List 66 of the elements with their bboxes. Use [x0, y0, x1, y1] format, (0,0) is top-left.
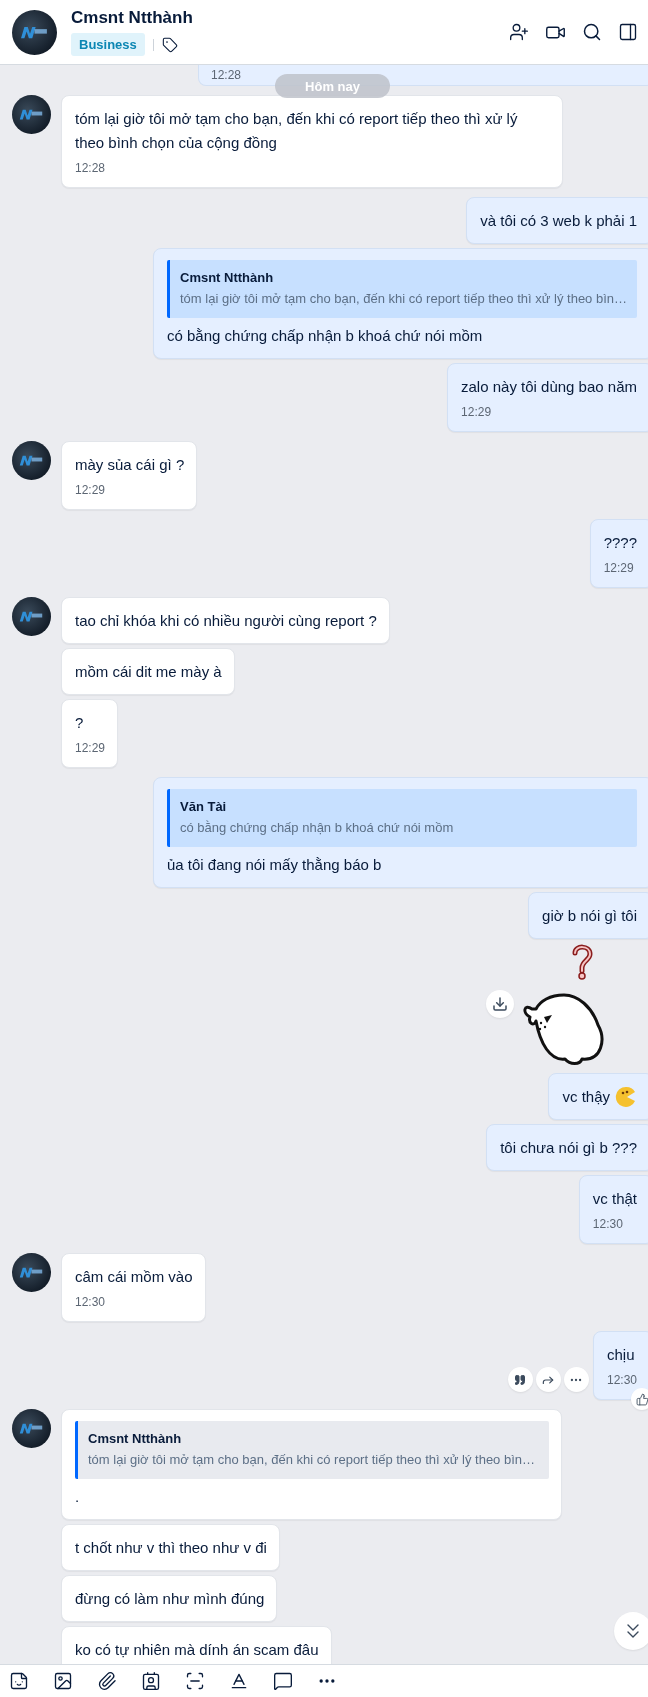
- message-time: 12:28: [211, 69, 242, 81]
- message-time: 12:30: [592, 1216, 624, 1233]
- message-text: giờ b nói gì tôi: [542, 906, 637, 926]
- message-text: zalo này tôi dùng bao năm: [461, 377, 637, 397]
- avatar[interactable]: [12, 9, 57, 55]
- search-icon[interactable]: [582, 22, 602, 42]
- message-text: ????: [603, 533, 637, 553]
- date-divider: Hôm nay: [275, 74, 390, 98]
- quoted-message[interactable]: Văn Tài có bằng chứng chấp nhận b khoá chứ nói mồm: [167, 789, 637, 847]
- message-text: đừng có làm như mình đúng: [75, 1589, 265, 1609]
- quote-text: có bằng chứng chấp nhận b khoá chứ nói mồm: [180, 819, 455, 837]
- message-time: 12:29: [75, 740, 106, 757]
- avatar: [12, 597, 51, 636]
- message-time: 12:29: [603, 560, 635, 577]
- quote-author: Văn Tài: [180, 798, 228, 816]
- quote-text: tóm lại giờ tôi mở tạm cho bạn, đến khi có report tiếp theo thì xử lý theo bìn…: [180, 290, 627, 308]
- quoted-message[interactable]: Cmsnt Ntthành tóm lại giờ tôi mở tạm cho bạn, đến khi có report tiếp theo thì xử lý theo bìn…: [75, 1421, 549, 1479]
- message-text: vc thậy: [562, 1087, 610, 1107]
- avatar: [12, 441, 51, 480]
- image-icon[interactable]: [53, 1671, 73, 1691]
- download-button[interactable]: [486, 990, 514, 1018]
- message-text: mồm cái dit me mày à: [75, 662, 222, 682]
- quick-message-icon[interactable]: [273, 1671, 293, 1691]
- screenshot-icon[interactable]: [185, 1671, 205, 1691]
- thumbs-up-icon: [635, 1392, 648, 1406]
- side-panel-icon[interactable]: [618, 22, 638, 42]
- quote-icon: [514, 1373, 527, 1386]
- tag-icon[interactable]: [161, 36, 178, 53]
- message-text: ủa tôi đang nói mấy thằng báo b: [167, 855, 383, 875]
- text-format-icon[interactable]: [229, 1671, 249, 1691]
- message-time: 12:30: [606, 1372, 637, 1389]
- message-text: vc thật: [592, 1189, 637, 1209]
- message-text: và tôi có 3 web k phải 1: [480, 211, 637, 231]
- add-member-icon[interactable]: [509, 22, 529, 42]
- quoted-message[interactable]: Cmsnt Ntthành tóm lại giờ tôi mở tạm cho bạn, đến khi có report tiếp theo thì xử lý theo bìn…: [167, 260, 637, 318]
- forward-button[interactable]: [535, 1367, 561, 1392]
- quote-author: Cmsnt Ntthành: [180, 269, 275, 287]
- message-text: tao chỉ khóa khi có nhiều người cùng report ?: [75, 611, 377, 631]
- avatar: [12, 1253, 51, 1292]
- message-time: 12:29: [461, 404, 493, 421]
- download-icon: [492, 996, 508, 1012]
- message-time: 12:29: [75, 482, 107, 499]
- message-time: 12:30: [75, 1294, 107, 1311]
- sticker-icon[interactable]: [9, 1671, 29, 1691]
- message-text: có bằng chứng chấp nhận b khoá chứ nói mồm: [167, 326, 484, 346]
- message-text: .: [75, 1487, 81, 1507]
- message-text: ?: [75, 713, 85, 733]
- message-text: mày sủa cái gì ?: [75, 455, 185, 475]
- contact-name: Cmsnt Ntthành: [71, 8, 194, 28]
- message-text: câm cái mồm vào: [75, 1267, 193, 1287]
- message-text: ko có tự nhiên mà dính án scam đâu: [75, 1640, 319, 1660]
- quote-button[interactable]: [507, 1367, 533, 1392]
- message-text: tóm lại giờ tôi mở tạm cho bạn, đến khi có report tiếp theo thì xử lý theo bình chọn của cộng đồng: [75, 109, 519, 153]
- message-text: t chốt như v thì theo như v đi: [75, 1538, 267, 1558]
- message-text: chịu: [606, 1345, 636, 1365]
- quote-text: tóm lại giờ tôi mở tạm cho bạn, đến khi có report tiếp theo thì xử lý theo bìn…: [88, 1451, 537, 1469]
- quote-author: Cmsnt Ntthành: [88, 1430, 183, 1448]
- avatar: [12, 95, 51, 134]
- business-tag: Business: [71, 33, 145, 56]
- message-time: 12:28: [75, 160, 107, 177]
- like-button[interactable]: [631, 1388, 648, 1410]
- message-text: tôi chưa nói gì b ???: [500, 1138, 637, 1158]
- attach-icon[interactable]: [97, 1671, 117, 1691]
- avatar: [12, 1409, 51, 1448]
- emoji-icon: [615, 1086, 637, 1108]
- contact-card-icon[interactable]: [141, 1671, 161, 1691]
